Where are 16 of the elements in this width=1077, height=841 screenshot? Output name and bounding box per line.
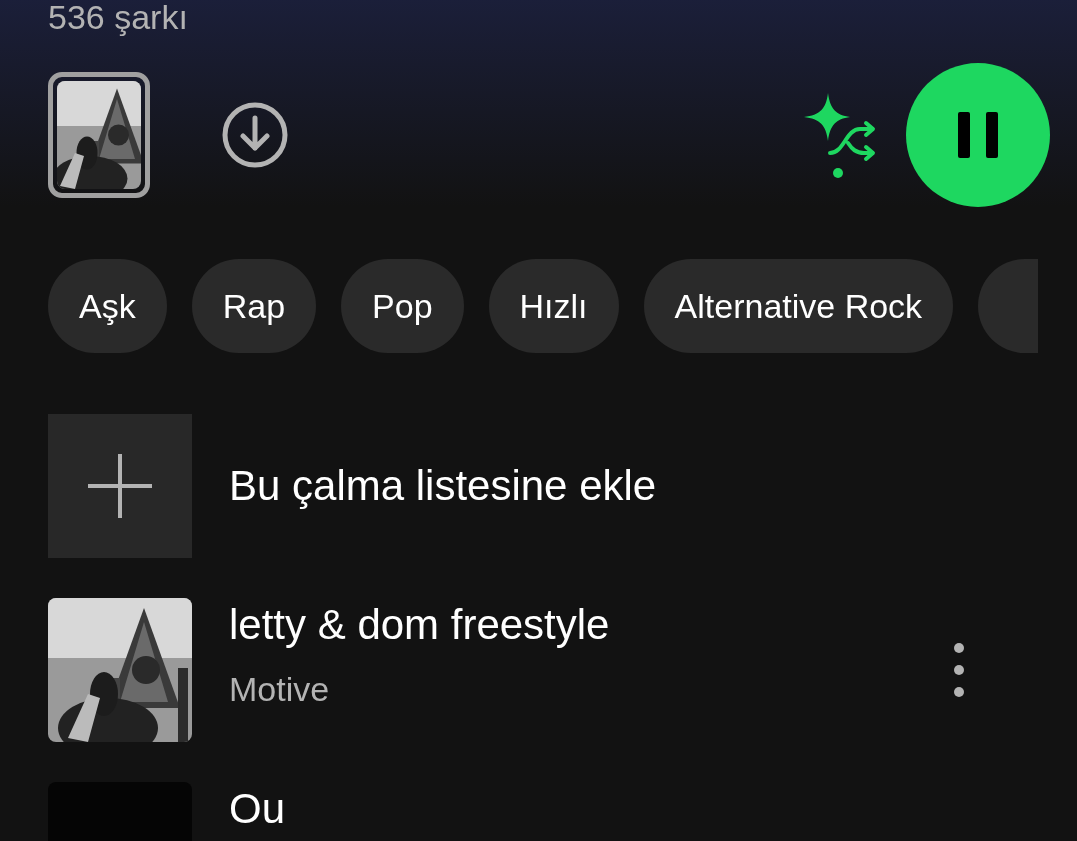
- filter-chip[interactable]: Pop: [341, 259, 464, 353]
- song-count: 536 şarkı: [48, 0, 189, 37]
- playlist-cover-button[interactable]: [48, 72, 150, 198]
- track-artist: Motive: [229, 670, 331, 709]
- track-title[interactable]: letty & dom freestyle: [229, 602, 953, 648]
- add-button[interactable]: [48, 414, 192, 558]
- track-title[interactable]: Ou: [229, 786, 1077, 832]
- filter-chip[interactable]: Rap: [191, 259, 317, 353]
- filter-chip[interactable]: Aşk: [48, 259, 167, 353]
- filter-chip[interactable]: Alternative Rock: [643, 259, 954, 353]
- more-options-icon[interactable]: [953, 642, 965, 698]
- download-icon[interactable]: [222, 102, 288, 168]
- filter-chip[interactable]: Hızlı: [488, 259, 619, 353]
- pause-icon: [956, 110, 1000, 160]
- add-to-playlist-label[interactable]: Bu çalma listesine ekle: [229, 462, 657, 510]
- plus-icon: [86, 452, 154, 520]
